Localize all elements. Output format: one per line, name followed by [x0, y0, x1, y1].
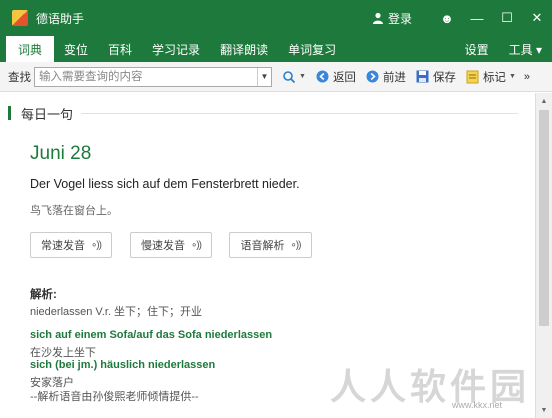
mark-label: 标记: [482, 71, 506, 84]
search-history-dropdown[interactable]: ▼: [257, 67, 271, 86]
find-label: 查找: [8, 71, 31, 84]
section-divider: [81, 112, 518, 114]
search-toolbar: 查找 ▼ ▼ 返回 前进 保存 标记 ▼ »: [0, 62, 552, 92]
daily-sentence: Der Vogel liess sich auf dem Fensterbret…: [30, 177, 300, 191]
back-arrow-icon: [316, 70, 329, 83]
forward-button[interactable]: 前进: [366, 69, 406, 85]
example-translation: 在沙发上坐下: [30, 347, 96, 359]
maximize-button[interactable]: ☐: [492, 0, 522, 36]
search-box: ▼: [34, 66, 272, 87]
search-input[interactable]: [35, 67, 257, 86]
search-icon: [283, 70, 296, 83]
skin-button[interactable]: ☻: [432, 0, 462, 36]
section-accent-bar: [8, 106, 11, 120]
normal-speed-audio-button[interactable]: 常速发音 ∘)): [30, 232, 112, 258]
tab-word-review[interactable]: 单词复习: [278, 36, 346, 62]
back-button[interactable]: 返回: [316, 69, 356, 85]
user-icon: [372, 12, 383, 24]
audio-explanation-button[interactable]: 语音解析 ∘)): [229, 232, 312, 258]
daily-sentence-header: 每日一句: [8, 103, 518, 123]
app-logo-icon: [12, 10, 28, 26]
watermark-url: www.kkx.net: [452, 400, 503, 410]
example-sentence: sich auf einem Sofa/auf das Sofa niederl…: [30, 329, 273, 341]
sound-wave-icon: ∘)): [191, 239, 202, 251]
floppy-disk-icon: [416, 70, 429, 83]
tab-encyclopedia[interactable]: 百科: [98, 36, 142, 62]
notebook-icon: [466, 70, 479, 84]
main-tab-bar: 词典 变位 百科 学习记录 翻译朗读 单词复习 设置 工具 ▾: [0, 36, 552, 62]
close-button[interactable]: ✕: [522, 0, 552, 36]
scroll-down-arrow-icon[interactable]: ▼: [536, 402, 552, 418]
save-button[interactable]: 保存: [416, 69, 456, 85]
app-title: 德语助手: [36, 11, 85, 26]
settings-menu[interactable]: 设置: [455, 36, 499, 62]
sound-wave-icon: ∘)): [91, 239, 102, 251]
explanation-title: 解析:: [30, 289, 57, 301]
forward-arrow-icon: [366, 70, 379, 83]
scrollbar-thumb[interactable]: [539, 110, 549, 326]
mark-button[interactable]: 标记 ▼: [466, 69, 516, 85]
tab-translate-read[interactable]: 翻译朗读: [210, 36, 278, 62]
audio-explanation-label: 语音解析: [240, 240, 285, 252]
sound-wave-icon: ∘)): [290, 239, 302, 251]
slow-speed-label: 慢速发音: [141, 240, 186, 252]
tab-study-record[interactable]: 学习记录: [142, 36, 210, 62]
normal-speed-label: 常速发音: [41, 240, 86, 252]
tab-conjugation[interactable]: 变位: [54, 36, 98, 62]
login-label: 登录: [387, 11, 412, 26]
explanation-line: niederlassen V.r. 坐下；住下；开业: [30, 306, 202, 318]
login-button[interactable]: 登录: [372, 10, 412, 27]
daily-date: Juni 28: [30, 143, 92, 164]
slow-speed-audio-button[interactable]: 慢速发音 ∘)): [130, 232, 212, 258]
credit-line: --解析语音由孙俊熙老师倾情提供--: [30, 391, 199, 403]
section-title: 每日一句: [21, 106, 74, 122]
toolbar-overflow-button[interactable]: »: [524, 71, 530, 83]
title-bar: 德语助手 登录 ☻ — ☐ ✕: [0, 0, 552, 36]
search-button[interactable]: ▼: [282, 70, 306, 84]
scroll-up-arrow-icon[interactable]: ▲: [536, 93, 552, 109]
vertical-scrollbar[interactable]: ▲ ▼: [535, 93, 552, 418]
back-label: 返回: [332, 71, 356, 84]
tab-dictionary[interactable]: 词典: [6, 36, 55, 62]
minimize-button[interactable]: —: [462, 0, 492, 36]
example-sentence: sich (bei jm.) häuslich niederlassen: [30, 359, 216, 371]
save-label: 保存: [432, 71, 456, 84]
daily-translation: 鸟飞落在窗台上。: [30, 205, 118, 217]
tools-menu[interactable]: 工具 ▾: [499, 36, 552, 62]
forward-label: 前进: [382, 71, 406, 84]
